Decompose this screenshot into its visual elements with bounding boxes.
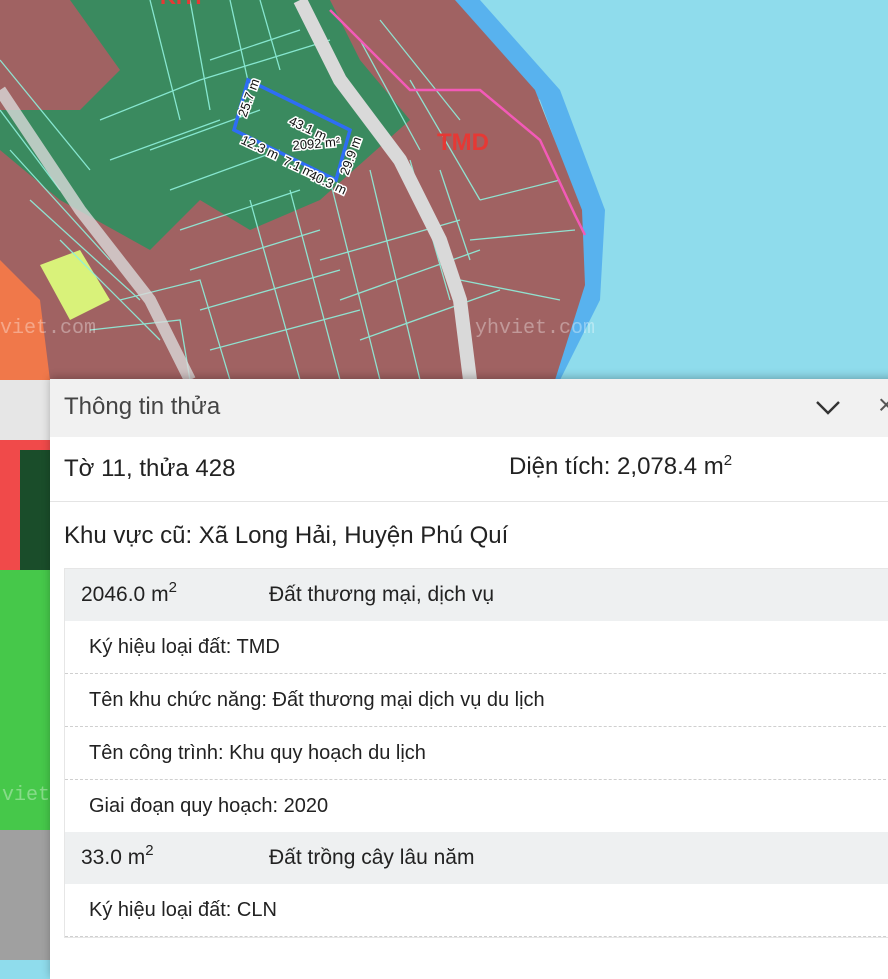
land-use-detail: Tên công trình: Khu quy hoạch du lịch bbox=[65, 727, 888, 780]
land-use-detail: Giai đoạn quy hoạch: 2020 bbox=[89, 795, 329, 817]
watermark-2: yhviet.com bbox=[475, 317, 595, 340]
zone-label-tmd: TMD bbox=[437, 129, 489, 156]
grey-zone bbox=[0, 830, 50, 960]
land-use-detail: Ký hiệu loại đất: CLN bbox=[65, 884, 888, 937]
land-use-area: 2046.0 m2 bbox=[81, 579, 177, 606]
land-use-type: Đất trồng cây lâu năm bbox=[269, 846, 475, 869]
parcel-info-panel: Thông tin thửa × Tờ 11, thửa 428 Diện tí… bbox=[50, 379, 888, 979]
watermark-3: viet bbox=[2, 784, 50, 807]
watermark-1: viet.com bbox=[0, 317, 96, 340]
dark-green-zone bbox=[20, 450, 50, 570]
land-use-type: Đất thương mại, dịch vụ bbox=[269, 583, 495, 606]
land-use-area: 33.0 m2 bbox=[81, 842, 154, 869]
close-icon[interactable]: × bbox=[878, 389, 888, 421]
land-use-detail: Tên khu chức năng: Đất thương mại dịch v… bbox=[65, 674, 888, 727]
land-use-header[interactable]: 33.0 m2 Đất trồng cây lâu năm bbox=[65, 832, 888, 884]
chevron-down-icon[interactable] bbox=[814, 395, 842, 421]
old-region: Khu vực cũ: Xã Long Hải, Huyện Phú Quí bbox=[64, 522, 509, 549]
land-use-header[interactable]: 2046.0 m2 Đất thương mại, dịch vụ bbox=[65, 569, 888, 621]
land-use-section: 2046.0 m2 Đất thương mại, dịch vụ Ký hiệ… bbox=[64, 568, 888, 938]
parcel-area: Diện tích: 2,078.4 m2 bbox=[509, 452, 733, 480]
panel-header: Thông tin thửa × bbox=[50, 379, 888, 437]
panel-title: Thông tin thửa bbox=[64, 393, 221, 420]
old-region-row: Khu vực cũ: Xã Long Hải, Huyện Phú Quí bbox=[50, 502, 888, 568]
parcel-summary-row: Tờ 11, thửa 428 Diện tích: 2,078.4 m2 bbox=[50, 437, 888, 502]
zone-label-kht: KHT bbox=[160, 0, 206, 9]
land-use-detail: Ký hiệu loại đất: TMD bbox=[65, 621, 888, 674]
parcel-id: Tờ 11, thửa 428 bbox=[64, 455, 236, 482]
